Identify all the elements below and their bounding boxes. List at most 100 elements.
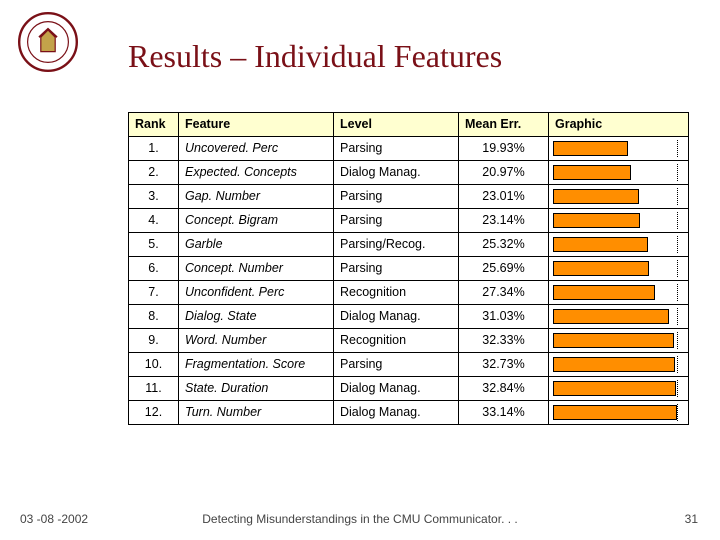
cell-mean-err: 32.73% [459, 353, 549, 377]
bar-fill [553, 357, 675, 372]
bar-track [553, 405, 684, 420]
cell-rank: 4. [129, 209, 179, 233]
cell-feature: Unconfident. Perc [179, 281, 334, 305]
bar-tick [677, 188, 678, 205]
bar-track [553, 309, 684, 324]
table-row: 2.Expected. ConceptsDialog Manag.20.97% [129, 161, 689, 185]
cell-graphic [549, 185, 689, 209]
table-row: 8.Dialog. StateDialog Manag.31.03% [129, 305, 689, 329]
cell-graphic [549, 281, 689, 305]
table-row: 7.Unconfident. PercRecognition27.34% [129, 281, 689, 305]
cell-rank: 6. [129, 257, 179, 281]
bar-tick [677, 308, 678, 325]
cell-mean-err: 33.14% [459, 401, 549, 425]
cell-graphic [549, 233, 689, 257]
cell-rank: 2. [129, 161, 179, 185]
bar-tick [677, 140, 678, 157]
bar-fill [553, 405, 677, 420]
bar-track [553, 165, 684, 180]
cell-mean-err: 32.33% [459, 329, 549, 353]
page-title: Results – Individual Features [128, 38, 502, 75]
cell-rank: 11. [129, 377, 179, 401]
bar-track [553, 189, 684, 204]
cell-level: Dialog Manag. [334, 305, 459, 329]
table-row: 11.State. DurationDialog Manag.32.84% [129, 377, 689, 401]
cell-mean-err: 23.14% [459, 209, 549, 233]
cell-feature: Concept. Number [179, 257, 334, 281]
cell-rank: 1. [129, 137, 179, 161]
cell-graphic [549, 329, 689, 353]
table-row: 9.Word. NumberRecognition32.33% [129, 329, 689, 353]
cell-graphic [549, 353, 689, 377]
cell-level: Parsing [334, 209, 459, 233]
bar-track [553, 381, 684, 396]
col-level: Level [334, 113, 459, 137]
table-row: 6.Concept. NumberParsing25.69% [129, 257, 689, 281]
bar-tick [677, 236, 678, 253]
table-row: 4.Concept. BigramParsing23.14% [129, 209, 689, 233]
bar-fill [553, 333, 674, 348]
bar-track [553, 261, 684, 276]
bar-track [553, 333, 684, 348]
bar-tick [677, 356, 678, 373]
cell-graphic [549, 137, 689, 161]
cell-feature: Uncovered. Perc [179, 137, 334, 161]
cell-graphic [549, 305, 689, 329]
cell-mean-err: 27.34% [459, 281, 549, 305]
cell-feature: Word. Number [179, 329, 334, 353]
cell-level: Parsing/Recog. [334, 233, 459, 257]
cell-level: Recognition [334, 329, 459, 353]
table-row: 3.Gap. NumberParsing23.01% [129, 185, 689, 209]
bar-tick [677, 380, 678, 397]
bar-track [553, 213, 684, 228]
bar-fill [553, 189, 639, 204]
bar-fill [553, 237, 648, 252]
cell-feature: State. Duration [179, 377, 334, 401]
cell-mean-err: 25.32% [459, 233, 549, 257]
footer-page-number: 31 [685, 512, 698, 526]
bar-track [553, 237, 684, 252]
cell-graphic [549, 377, 689, 401]
cell-mean-err: 20.97% [459, 161, 549, 185]
cell-rank: 10. [129, 353, 179, 377]
cell-graphic [549, 401, 689, 425]
bar-fill [553, 381, 676, 396]
col-graphic: Graphic [549, 113, 689, 137]
bar-fill [553, 213, 640, 228]
cell-feature: Concept. Bigram [179, 209, 334, 233]
cell-feature: Turn. Number [179, 401, 334, 425]
cell-level: Parsing [334, 353, 459, 377]
cell-feature: Garble [179, 233, 334, 257]
cell-feature: Fragmentation. Score [179, 353, 334, 377]
cell-rank: 12. [129, 401, 179, 425]
cell-level: Dialog Manag. [334, 161, 459, 185]
cell-mean-err: 31.03% [459, 305, 549, 329]
cell-level: Dialog Manag. [334, 377, 459, 401]
col-feature: Feature [179, 113, 334, 137]
cell-level: Parsing [334, 137, 459, 161]
bar-track [553, 357, 684, 372]
cell-mean-err: 23.01% [459, 185, 549, 209]
table-row: 10.Fragmentation. ScoreParsing32.73% [129, 353, 689, 377]
bar-track [553, 141, 684, 156]
table-header-row: Rank Feature Level Mean Err. Graphic [129, 113, 689, 137]
col-mean-err: Mean Err. [459, 113, 549, 137]
cell-feature: Gap. Number [179, 185, 334, 209]
cell-mean-err: 19.93% [459, 137, 549, 161]
university-seal-icon [18, 12, 78, 72]
cell-mean-err: 25.69% [459, 257, 549, 281]
cell-level: Recognition [334, 281, 459, 305]
cell-feature: Dialog. State [179, 305, 334, 329]
cell-rank: 8. [129, 305, 179, 329]
bar-tick [677, 404, 678, 421]
cell-rank: 9. [129, 329, 179, 353]
table-row: 5.GarbleParsing/Recog.25.32% [129, 233, 689, 257]
col-rank: Rank [129, 113, 179, 137]
bar-tick [677, 284, 678, 301]
bar-track [553, 285, 684, 300]
cell-feature: Expected. Concepts [179, 161, 334, 185]
bar-tick [677, 332, 678, 349]
cell-level: Parsing [334, 257, 459, 281]
bar-tick [677, 164, 678, 181]
cell-rank: 5. [129, 233, 179, 257]
